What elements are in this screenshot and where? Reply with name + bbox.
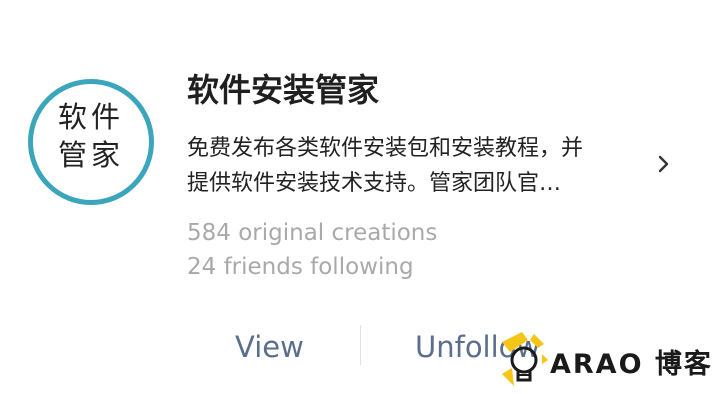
avatar[interactable]: 软件 管家 xyxy=(28,79,154,205)
description-line2: 提供软件安装技术支持。管家团队官… xyxy=(187,171,562,196)
divider xyxy=(360,325,361,365)
original-creations-count: 584 original creations xyxy=(187,220,438,246)
avatar-text-line1: 软件 xyxy=(57,100,124,134)
description-line1: 免费发布各类软件安装包和安装教程，并 xyxy=(187,136,584,161)
chevron-right-icon[interactable] xyxy=(652,148,676,180)
avatar-text-line2: 管家 xyxy=(57,138,124,172)
account-name[interactable]: 软件安装管家 xyxy=(187,68,379,112)
lightbulb-icon xyxy=(502,332,548,386)
watermark: ARAO 博客 xyxy=(498,330,720,394)
view-button[interactable]: View xyxy=(235,327,304,367)
account-description[interactable]: 免费发布各类软件安装包和安装教程，并 提供软件安装技术支持。管家团队官… xyxy=(187,131,627,201)
watermark-text: ARAO 博客 xyxy=(550,349,713,380)
friends-following-count: 24 friends following xyxy=(187,254,414,280)
